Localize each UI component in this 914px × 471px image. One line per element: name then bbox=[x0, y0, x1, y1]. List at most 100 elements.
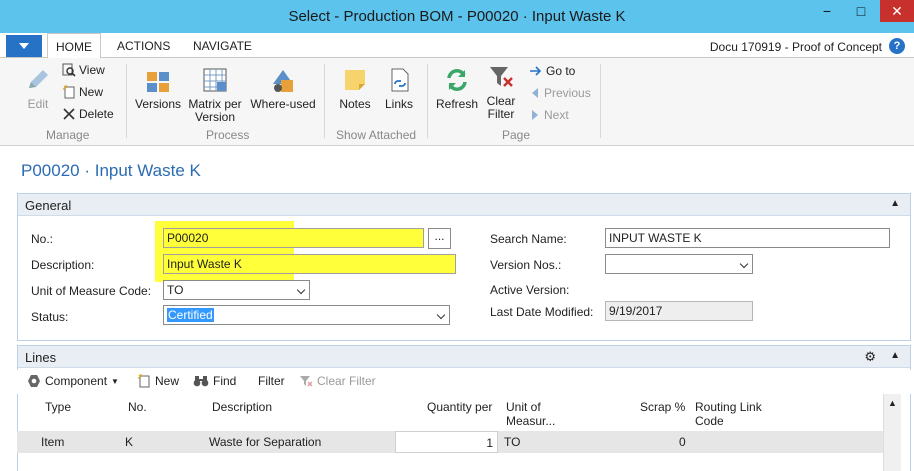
where-used-button[interactable]: Where-used bbox=[248, 66, 318, 111]
tab-actions[interactable]: ACTIONS bbox=[117, 39, 170, 53]
links-icon bbox=[391, 68, 409, 92]
versions-button[interactable]: Versions bbox=[134, 66, 182, 111]
lines-clear-filter-label: Clear Filter bbox=[317, 374, 376, 388]
row-scrap: 0 bbox=[679, 435, 686, 449]
lines-new-label: New bbox=[155, 374, 180, 388]
refresh-icon bbox=[447, 69, 467, 91]
description-field[interactable]: Input Waste K bbox=[163, 254, 456, 274]
next-label: Next bbox=[544, 108, 569, 122]
go-to-button[interactable]: Go to bbox=[529, 64, 575, 78]
search-name-field[interactable]: INPUT WASTE K bbox=[605, 228, 890, 248]
matrix-per-version-button[interactable]: Matrix per Version bbox=[186, 66, 244, 124]
edit-label: Edit bbox=[27, 97, 49, 111]
last-date-modified-label: Last Date Modified: bbox=[490, 305, 594, 319]
view-icon bbox=[62, 63, 76, 77]
lines-toolbar: Component ▼ New Find Filter Clear Filter bbox=[17, 370, 911, 394]
column-quantity-per[interactable]: Quantity per bbox=[427, 400, 492, 414]
customize-icon[interactable]: ⚙ bbox=[864, 349, 876, 365]
group-manage-label: Manage bbox=[46, 128, 90, 142]
previous-button[interactable]: Previous bbox=[529, 86, 591, 100]
ribbon-separator bbox=[126, 64, 127, 138]
links-button[interactable]: Links bbox=[380, 66, 418, 111]
row-uom: TO bbox=[504, 435, 521, 449]
close-button[interactable]: ✕ bbox=[880, 0, 914, 22]
lines-clear-filter-button[interactable]: Clear Filter bbox=[299, 374, 376, 388]
uom-select[interactable]: TO bbox=[163, 280, 310, 300]
matrix-label: Matrix per Version bbox=[188, 97, 242, 124]
scroll-up-icon[interactable]: ▲ bbox=[888, 398, 897, 408]
component-menu[interactable]: Component ▼ bbox=[27, 374, 119, 388]
refresh-label: Refresh bbox=[435, 97, 479, 111]
status-label: Status: bbox=[31, 310, 69, 324]
clear-filter-label: Clear Filter bbox=[486, 94, 516, 121]
go-to-label: Go to bbox=[546, 64, 576, 78]
clear-filter-icon bbox=[300, 376, 313, 387]
window-title: Select - Production BOM - P00020 · Input… bbox=[288, 8, 626, 25]
column-type[interactable]: Type bbox=[45, 400, 71, 414]
tab-home[interactable]: HOME bbox=[47, 33, 101, 59]
group-show-attached-label: Show Attached bbox=[336, 128, 417, 142]
column-routing-line2: Code bbox=[695, 414, 724, 428]
where-used-icon bbox=[273, 70, 293, 92]
arrow-right-small-icon bbox=[532, 110, 538, 120]
minimize-button[interactable]: − bbox=[810, 0, 844, 22]
notes-button[interactable]: Notes bbox=[335, 66, 375, 111]
delete-button[interactable]: Delete bbox=[62, 107, 114, 121]
column-uom-line2: Measur... bbox=[506, 414, 556, 428]
last-date-modified-field: 9/19/2017 bbox=[605, 301, 753, 321]
search-name-label: Search Name: bbox=[490, 232, 567, 246]
column-routing-link-code[interactable]: Routing Link Code bbox=[695, 400, 762, 428]
clear-filter-button[interactable]: Clear Filter bbox=[482, 63, 520, 121]
view-label: View bbox=[79, 63, 105, 77]
column-unit-of-measure[interactable]: Unit of Measur... bbox=[506, 400, 555, 428]
find-label: Find bbox=[213, 374, 237, 388]
view-button[interactable]: View bbox=[62, 63, 105, 77]
active-version-label: Active Version: bbox=[490, 283, 570, 297]
collapse-icon[interactable]: ▲ bbox=[890, 198, 900, 209]
notes-icon bbox=[345, 70, 365, 90]
general-fasttab: General ▲ bbox=[17, 193, 911, 341]
version-nos-select[interactable] bbox=[605, 254, 753, 274]
maximize-button[interactable]: □ bbox=[844, 0, 878, 22]
collapse-icon[interactable]: ▲ bbox=[890, 350, 900, 361]
row-quantity-field[interactable]: 1 bbox=[395, 431, 498, 453]
general-header[interactable]: General ▲ bbox=[18, 194, 910, 216]
company-name: Docu 170919 - Proof of Concept bbox=[709, 40, 882, 54]
status-select[interactable]: Certified bbox=[163, 305, 450, 325]
lines-new-button[interactable]: New bbox=[137, 374, 179, 388]
next-button[interactable]: Next bbox=[529, 108, 569, 122]
new-document-icon bbox=[138, 374, 150, 388]
app-menu-button[interactable] bbox=[6, 35, 42, 57]
assist-edit-button[interactable]: ... bbox=[428, 228, 451, 249]
ribbon-tab-bar: HOME ACTIONS NAVIGATE Docu 170919 - Proo… bbox=[0, 33, 914, 59]
arrow-left-icon bbox=[532, 88, 538, 98]
tab-navigate[interactable]: NAVIGATE bbox=[193, 39, 252, 53]
lines-header[interactable]: Lines ⚙ ▲ bbox=[18, 346, 910, 368]
new-button[interactable]: New bbox=[62, 85, 103, 99]
status-value: Certified bbox=[167, 308, 214, 322]
group-page-label: Page bbox=[502, 128, 531, 142]
matrix-icon bbox=[203, 68, 227, 92]
column-description[interactable]: Description bbox=[212, 400, 272, 414]
delete-label: Delete bbox=[79, 107, 114, 121]
column-scrap[interactable]: Scrap % bbox=[640, 400, 685, 414]
version-nos-label: Version Nos.: bbox=[490, 258, 562, 272]
component-label: Component bbox=[45, 374, 108, 388]
lines-scrollbar[interactable]: ▲ bbox=[883, 394, 901, 471]
new-label: New bbox=[79, 85, 104, 99]
ribbon-separator bbox=[324, 64, 325, 138]
notes-label: Notes bbox=[339, 97, 371, 111]
find-button[interactable]: Find bbox=[193, 374, 236, 388]
ribbon-separator bbox=[600, 64, 601, 138]
no-field[interactable]: P00020 bbox=[163, 228, 424, 248]
filter-button[interactable]: Filter bbox=[258, 374, 285, 388]
help-icon[interactable]: ? bbox=[889, 38, 905, 54]
general-header-label: General bbox=[25, 198, 72, 213]
refresh-button[interactable]: Refresh bbox=[435, 66, 479, 111]
new-document-icon bbox=[63, 85, 75, 99]
column-no[interactable]: No. bbox=[128, 400, 147, 414]
row-description: Waste for Separation bbox=[209, 435, 322, 449]
edit-button[interactable]: Edit bbox=[22, 66, 54, 111]
no-label: No.: bbox=[31, 232, 54, 246]
dropdown-arrow-icon: ▼ bbox=[111, 376, 119, 386]
